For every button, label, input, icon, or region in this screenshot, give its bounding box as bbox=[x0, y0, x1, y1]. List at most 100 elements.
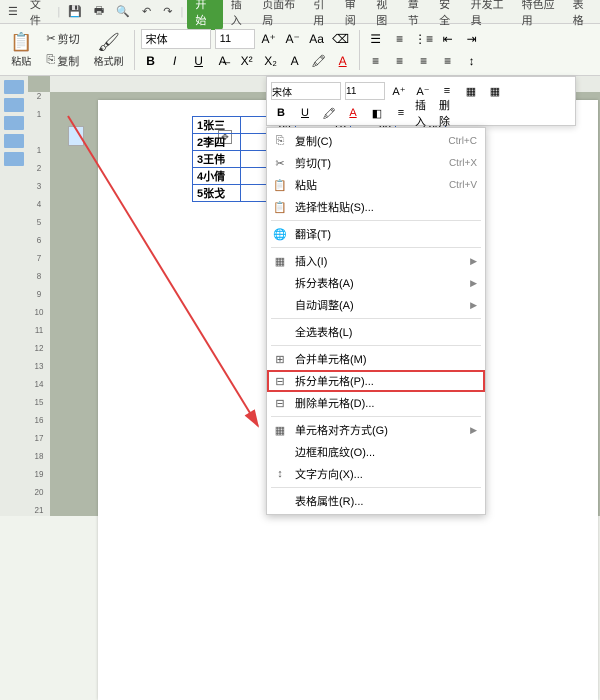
highlight-icon[interactable]: 🖍 bbox=[309, 51, 329, 71]
format-painter-button[interactable]: 🖌 格式刷 bbox=[90, 30, 128, 70]
text-effect-icon[interactable]: A bbox=[285, 51, 305, 71]
italic-icon[interactable]: I bbox=[165, 51, 185, 71]
page-thumbnail[interactable] bbox=[4, 116, 24, 130]
cut-icon: ✂ bbox=[46, 32, 55, 45]
menu-split-cells[interactable]: ⊟拆分单元格(P)... bbox=[267, 370, 485, 392]
menu-table-properties[interactable]: 表格属性(R)... bbox=[267, 490, 485, 512]
align-left-icon[interactable]: ≡ bbox=[366, 51, 386, 71]
table-cell[interactable]: 1张三 bbox=[193, 117, 241, 134]
strikethrough-icon[interactable]: A̶ bbox=[213, 51, 233, 71]
align-right-icon[interactable]: ≡ bbox=[414, 51, 434, 71]
paste-icon: 📋 bbox=[10, 32, 32, 53]
tab-home[interactable]: 开始 bbox=[187, 0, 222, 30]
ruler-tick: 10 bbox=[32, 308, 46, 317]
table-cell[interactable]: 5张戈 bbox=[193, 185, 241, 202]
menu-text-direction[interactable]: ↕文字方向(X)... bbox=[267, 463, 485, 485]
copy-button[interactable]: ⎘复制 bbox=[42, 51, 83, 71]
cut-icon: ✂ bbox=[273, 157, 287, 170]
decrease-indent-icon[interactable]: ⇤ bbox=[438, 29, 458, 49]
menu-border-shading[interactable]: 边框和底纹(O)... bbox=[267, 441, 485, 463]
multilevel-icon[interactable]: ⋮≡ bbox=[414, 29, 434, 49]
font-size-select[interactable] bbox=[215, 29, 255, 49]
bold-icon[interactable]: B bbox=[141, 51, 161, 71]
mini-insert-button[interactable]: 插入 bbox=[415, 104, 435, 122]
table-cell[interactable]: 4小倩 bbox=[193, 168, 241, 185]
menu-separator bbox=[271, 220, 481, 221]
justify-icon[interactable]: ≡ bbox=[438, 51, 458, 71]
subscript-icon[interactable]: X₂ bbox=[261, 51, 281, 71]
page-thumbnail[interactable] bbox=[4, 80, 24, 94]
mini-delete-button[interactable]: 删除 bbox=[439, 104, 459, 122]
decrease-font-icon[interactable]: A⁻ bbox=[283, 29, 303, 49]
menu-paste-special[interactable]: 📋选择性粘贴(S)... bbox=[267, 196, 485, 218]
preview-icon[interactable]: 🔍 bbox=[112, 3, 134, 20]
mini-highlight-icon[interactable]: 🖍 bbox=[319, 104, 339, 122]
tab-developer[interactable]: 开发工具 bbox=[467, 0, 514, 30]
tab-insert[interactable]: 插入 bbox=[227, 0, 254, 30]
print-icon[interactable]: 🖶 bbox=[90, 0, 108, 23]
menu-paste[interactable]: 📋粘贴Ctrl+V bbox=[267, 174, 485, 196]
underline-icon[interactable]: U bbox=[189, 51, 209, 71]
line-spacing-icon[interactable]: ↕ bbox=[462, 51, 482, 71]
tab-page-layout[interactable]: 页面布局 bbox=[258, 0, 305, 30]
align-center-icon[interactable]: ≡ bbox=[390, 51, 410, 71]
tab-review[interactable]: 审阅 bbox=[341, 0, 368, 30]
change-case-icon[interactable]: Aa bbox=[307, 29, 327, 49]
menu-cut[interactable]: ✂剪切(T)Ctrl+X bbox=[267, 152, 485, 174]
menu-copy[interactable]: ⎘复制(C)Ctrl+C bbox=[267, 130, 485, 152]
mini-increase-font-icon[interactable]: A⁺ bbox=[389, 82, 409, 100]
menu-auto-fit[interactable]: 自动调整(A)▶ bbox=[267, 294, 485, 316]
menu-merge-cells[interactable]: ⊞合并单元格(M) bbox=[267, 348, 485, 370]
mini-border-icon[interactable]: ▦ bbox=[461, 82, 481, 100]
undo-icon[interactable]: ↶ bbox=[138, 3, 155, 20]
mini-font-color-icon[interactable]: A bbox=[343, 104, 363, 122]
paste-icon: 📋 bbox=[273, 179, 287, 192]
superscript-icon[interactable]: X² bbox=[237, 51, 257, 71]
paste-button[interactable]: 📋 粘贴 bbox=[6, 30, 36, 70]
mini-grid-icon[interactable]: ▦ bbox=[485, 82, 505, 100]
menu-delete-cells[interactable]: ⊟删除单元格(D)... bbox=[267, 392, 485, 414]
tab-references[interactable]: 引用 bbox=[309, 0, 336, 30]
tab-view[interactable]: 视图 bbox=[372, 0, 399, 30]
font-color-icon[interactable]: A bbox=[333, 51, 353, 71]
mini-bold-icon[interactable]: B bbox=[271, 104, 291, 122]
page-thumbnail[interactable] bbox=[4, 134, 24, 148]
save-icon[interactable]: 💾 bbox=[64, 3, 86, 20]
tab-table[interactable]: 表格 bbox=[569, 0, 596, 30]
table-cell[interactable]: 2李四 bbox=[193, 134, 241, 151]
mini-fill-icon[interactable]: ◧ bbox=[367, 104, 387, 122]
bullets-icon[interactable]: ☰ bbox=[366, 29, 386, 49]
menu-separator bbox=[271, 318, 481, 319]
page-thumbnail[interactable] bbox=[4, 152, 24, 166]
menu-separator bbox=[271, 247, 481, 248]
ruler-tick: 18 bbox=[32, 452, 46, 461]
translate-icon: 🌐 bbox=[273, 228, 287, 241]
numbering-icon[interactable]: ≡ bbox=[390, 29, 410, 49]
ruler-tick: 15 bbox=[32, 398, 46, 407]
increase-indent-icon[interactable]: ⇥ bbox=[462, 29, 482, 49]
cut-button[interactable]: ✂剪切 bbox=[42, 29, 83, 49]
mini-underline-icon[interactable]: U bbox=[295, 104, 315, 122]
tab-security[interactable]: 安全 bbox=[435, 0, 462, 30]
tab-special[interactable]: 特色应用 bbox=[518, 0, 565, 30]
menu-translate[interactable]: 🌐翻译(T) bbox=[267, 223, 485, 245]
redo-icon[interactable]: ↷ bbox=[159, 3, 176, 20]
menu-hamburger[interactable]: ☰ bbox=[4, 3, 22, 20]
clear-format-icon[interactable]: ⌫ bbox=[331, 29, 351, 49]
menu-cell-align[interactable]: ▦单元格对齐方式(G)▶ bbox=[267, 419, 485, 441]
menu-split-table[interactable]: 拆分表格(A)▶ bbox=[267, 272, 485, 294]
menu-insert[interactable]: ▦插入(I)▶ bbox=[267, 250, 485, 272]
table-cell[interactable]: 3王伟 bbox=[193, 151, 241, 168]
menu-select-all-table[interactable]: 全选表格(L) bbox=[267, 321, 485, 343]
increase-font-icon[interactable]: A⁺ bbox=[259, 29, 279, 49]
ruler-tick: 6 bbox=[32, 236, 46, 245]
paste-label: 粘贴 bbox=[11, 53, 31, 68]
mini-font-size[interactable] bbox=[345, 82, 385, 100]
menu-file[interactable]: 文件 bbox=[26, 0, 53, 30]
page-thumbnail[interactable] bbox=[4, 98, 24, 112]
mini-font-name[interactable] bbox=[271, 82, 341, 100]
font-name-select[interactable] bbox=[141, 29, 211, 49]
tab-sections[interactable]: 章节 bbox=[404, 0, 431, 30]
ruler-tick: 16 bbox=[32, 416, 46, 425]
mini-align-icon[interactable]: ≡ bbox=[391, 104, 411, 122]
